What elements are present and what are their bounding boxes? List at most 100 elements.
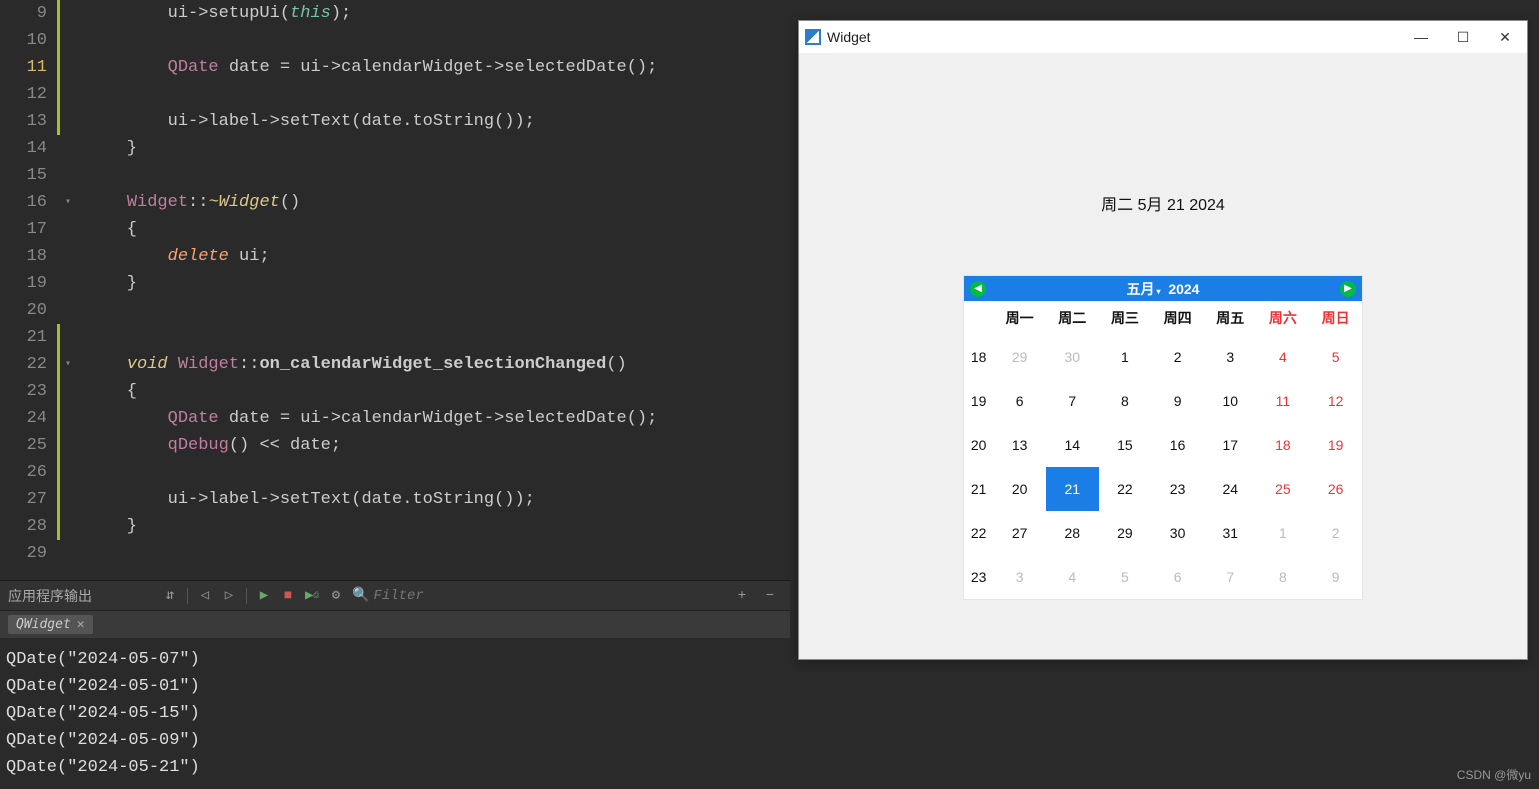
code-content[interactable]: QDate date = ui->calendarWidget->selecte… <box>76 405 657 432</box>
calendar-day[interactable]: 5 <box>1309 335 1362 379</box>
calendar-day[interactable]: 16 <box>1151 423 1204 467</box>
code-content[interactable] <box>76 297 86 324</box>
calendar-day[interactable]: 30 <box>1151 511 1204 555</box>
calendar-day[interactable]: 27 <box>993 511 1046 555</box>
calendar-day[interactable]: 6 <box>993 379 1046 423</box>
calendar-day[interactable]: 21 <box>1046 467 1099 511</box>
code-content[interactable] <box>76 324 86 351</box>
code-content[interactable] <box>76 540 86 567</box>
calendar-title[interactable]: 五月▾ 2024 <box>986 279 1340 299</box>
calendar-day[interactable]: 7 <box>1204 555 1257 599</box>
calendar-day[interactable]: 3 <box>1204 335 1257 379</box>
code-content[interactable]: { <box>76 378 137 405</box>
calendar-widget[interactable]: ◀ 五月▾ 2024 ▶ 周一周二周三周四周五周六周日 182930123451… <box>963 275 1363 600</box>
calendar-day[interactable]: 13 <box>993 423 1046 467</box>
code-line[interactable]: 16▾ Widget::~Widget() <box>0 189 790 216</box>
code-content[interactable]: void Widget::on_calendarWidget_selection… <box>76 351 627 378</box>
gear-icon[interactable]: ⚙ <box>326 586 346 606</box>
calendar-day[interactable]: 6 <box>1151 555 1204 599</box>
close-icon[interactable]: ✕ <box>77 617 85 632</box>
calendar-day[interactable]: 2 <box>1151 335 1204 379</box>
calendar-day[interactable]: 1 <box>1099 335 1152 379</box>
code-content[interactable]: ui->setupUi(this); <box>76 0 351 27</box>
prev-month-button[interactable]: ◀ <box>970 281 986 297</box>
stop-icon[interactable]: ■ <box>278 586 298 606</box>
code-content[interactable] <box>76 459 86 486</box>
calendar-day[interactable]: 3 <box>993 555 1046 599</box>
code-content[interactable]: } <box>76 513 137 540</box>
calendar-day[interactable]: 12 <box>1309 379 1362 423</box>
calendar-day[interactable]: 31 <box>1204 511 1257 555</box>
calendar-day[interactable]: 20 <box>993 467 1046 511</box>
code-line[interactable]: 20 <box>0 297 790 324</box>
code-line[interactable]: 22▾ void Widget::on_calendarWidget_selec… <box>0 351 790 378</box>
code-content[interactable]: ui->label->setText(date.toString()); <box>76 486 535 513</box>
calendar-day[interactable]: 4 <box>1257 335 1310 379</box>
calendar-day[interactable]: 29 <box>993 335 1046 379</box>
calendar-day[interactable]: 30 <box>1046 335 1099 379</box>
calendar-day[interactable]: 8 <box>1099 379 1152 423</box>
code-line[interactable]: 28 } <box>0 513 790 540</box>
calendar-day[interactable]: 24 <box>1204 467 1257 511</box>
code-line[interactable]: 19 } <box>0 270 790 297</box>
code-line[interactable]: 27 ui->label->setText(date.toString()); <box>0 486 790 513</box>
code-line[interactable]: 26 <box>0 459 790 486</box>
minimize-button[interactable]: — <box>1411 27 1431 47</box>
code-line[interactable]: 17 { <box>0 216 790 243</box>
code-content[interactable] <box>76 81 86 108</box>
calendar-day[interactable]: 5 <box>1099 555 1152 599</box>
calendar-day[interactable]: 8 <box>1257 555 1310 599</box>
code-line[interactable]: 21 <box>0 324 790 351</box>
run-icon[interactable]: ▶ <box>254 586 274 606</box>
calendar-day[interactable]: 19 <box>1309 423 1362 467</box>
calendar-day[interactable]: 9 <box>1151 379 1204 423</box>
code-line[interactable]: 18 delete ui; <box>0 243 790 270</box>
calendar-day[interactable]: 23 <box>1151 467 1204 511</box>
output-tab[interactable]: QWidget ✕ <box>8 615 93 634</box>
fold-icon[interactable]: ▾ <box>60 351 76 378</box>
code-content[interactable] <box>76 27 86 54</box>
reformat-icon[interactable]: ⇵ <box>160 586 180 606</box>
prev-icon[interactable]: ◁ <box>195 586 215 606</box>
code-content[interactable] <box>76 162 86 189</box>
code-line[interactable]: 29 <box>0 540 790 567</box>
calendar-day[interactable]: 14 <box>1046 423 1099 467</box>
code-line[interactable]: 10 <box>0 27 790 54</box>
code-editor[interactable]: 9 ui->setupUi(this);1011 QDate date = ui… <box>0 0 790 580</box>
code-line[interactable]: 11 QDate date = ui->calendarWidget->sele… <box>0 54 790 81</box>
calendar-day[interactable]: 10 <box>1204 379 1257 423</box>
fold-icon[interactable]: ▾ <box>60 189 76 216</box>
calendar-day[interactable]: 4 <box>1046 555 1099 599</box>
code-content[interactable]: qDebug() << date; <box>76 432 341 459</box>
next-icon[interactable]: ▷ <box>219 586 239 606</box>
calendar-day[interactable]: 1 <box>1257 511 1310 555</box>
next-month-button[interactable]: ▶ <box>1340 281 1356 297</box>
code-line[interactable]: 15 <box>0 162 790 189</box>
calendar-day[interactable]: 25 <box>1257 467 1310 511</box>
calendar-day[interactable]: 9 <box>1309 555 1362 599</box>
calendar-day[interactable]: 15 <box>1099 423 1152 467</box>
calendar-day[interactable]: 17 <box>1204 423 1257 467</box>
code-content[interactable]: ui->label->setText(date.toString()); <box>76 108 535 135</box>
code-line[interactable]: 9 ui->setupUi(this); <box>0 0 790 27</box>
code-line[interactable]: 23 { <box>0 378 790 405</box>
code-line[interactable]: 25 qDebug() << date; <box>0 432 790 459</box>
code-content[interactable]: { <box>76 216 137 243</box>
close-button[interactable]: ✕ <box>1495 27 1515 47</box>
calendar-day[interactable]: 22 <box>1099 467 1152 511</box>
code-line[interactable]: 12 <box>0 81 790 108</box>
maximize-button[interactable]: ☐ <box>1453 27 1473 47</box>
code-content[interactable]: Widget::~Widget() <box>76 189 300 216</box>
code-line[interactable]: 24 QDate date = ui->calendarWidget->sele… <box>0 405 790 432</box>
code-content[interactable]: delete ui; <box>76 243 270 270</box>
output-console[interactable]: QDate("2024-05-07")QDate("2024-05-01")QD… <box>0 638 1539 789</box>
calendar-day[interactable]: 28 <box>1046 511 1099 555</box>
code-content[interactable]: } <box>76 270 137 297</box>
code-content[interactable]: } <box>76 135 137 162</box>
calendar-day[interactable]: 18 <box>1257 423 1310 467</box>
remove-icon[interactable]: − <box>760 586 780 606</box>
add-icon[interactable]: + <box>732 586 752 606</box>
calendar-day[interactable]: 26 <box>1309 467 1362 511</box>
filter-input[interactable] <box>373 588 551 604</box>
calendar-day[interactable]: 29 <box>1099 511 1152 555</box>
